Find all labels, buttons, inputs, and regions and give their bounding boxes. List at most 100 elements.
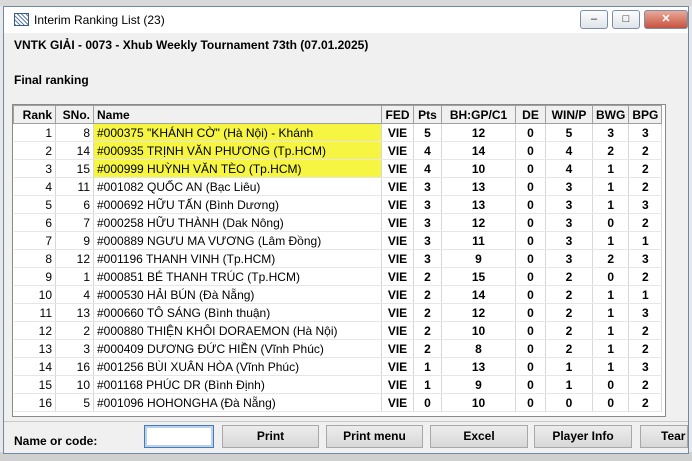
cell-rank: 1 <box>13 123 56 142</box>
cell-win: 3 <box>545 213 593 232</box>
cell-bh: 13 <box>441 195 516 214</box>
cell-pts: 2 <box>413 267 442 286</box>
cell-name: #000530 HẢI BÚN (Đà Nẵng) <box>93 285 382 304</box>
cell-pts: 4 <box>413 141 442 160</box>
cell-de: 0 <box>515 177 546 196</box>
cell-win: 2 <box>545 339 593 358</box>
table-row[interactable]: 13 3 #000409 DƯƠNG ĐỨC HIỀN (Vĩnh Phúc) VIE… <box>13 339 663 358</box>
column-header-win[interactable]: WIN/P <box>545 105 593 124</box>
cell-de: 0 <box>515 159 546 178</box>
table-row[interactable]: 3 15 #000999 HUỲNH VĂN TÈO (Tp.HCM) VIE 4 10 0… <box>13 159 663 178</box>
cell-fed: VIE <box>381 213 414 232</box>
cell-bh: 13 <box>441 357 516 376</box>
cell-sno: 8 <box>55 123 94 142</box>
cell-bpg: 3 <box>628 303 663 322</box>
cell-bpg: 2 <box>628 393 663 412</box>
cell-win: 5 <box>545 123 593 142</box>
column-header-pts[interactable]: Pts <box>413 105 442 124</box>
cell-bwg: 0 <box>592 213 630 232</box>
table-row[interactable]: 4 11 #001082 QUỐC AN (Bạc Liêu) VIE 3 13 0 3 1 2 <box>13 177 663 196</box>
print-button[interactable]: Print <box>222 425 319 448</box>
ranking-table-container[interactable]: Rank SNo. Name FED Pts BH:GP/C1 DE WIN/P… <box>12 104 666 417</box>
table-row[interactable]: 6 7 #000258 HỮU THÀNH (Dak Nông) VIE 3 12 0 3 0 2 <box>13 213 663 232</box>
table-row[interactable]: 2 14 #000935 TRỊNH VĂN PHƯƠNG (Tp.HCM) VIE 4… <box>13 141 663 160</box>
cell-pts: 3 <box>413 195 442 214</box>
cell-bwg: 2 <box>592 249 630 268</box>
table-row[interactable]: 14 16 #001256 BÙI XUÂN HÒA (Vĩnh Phúc) VIE 1… <box>13 357 663 376</box>
column-header-bwg[interactable]: BWG <box>591 105 630 124</box>
table-row[interactable]: 15 10 #001168 PHÚC DR (Bình Định) VIE 1 9 0 1 0 2 <box>13 375 663 394</box>
table-row[interactable]: 12 2 #000880 THIỆN KHÔI DORAEMON (Hà Nội) V… <box>13 321 663 340</box>
table-row[interactable]: 1 8 #000375 "KHÁNH CỜ" (Hà Nội) - Khánh VIE… <box>13 123 663 142</box>
cell-bpg: 2 <box>628 375 663 394</box>
cell-bh: 14 <box>441 141 516 160</box>
cell-rank: 10 <box>13 285 56 304</box>
cell-bh: 14 <box>441 285 516 304</box>
name-or-code-input[interactable] <box>144 425 214 448</box>
cell-de: 0 <box>515 339 546 358</box>
cell-win: 3 <box>545 231 593 250</box>
cell-rank: 8 <box>13 249 56 268</box>
cell-de: 0 <box>515 249 546 268</box>
team-button[interactable]: Tear <box>640 425 688 448</box>
footer-bar: Name or code: Print Print menu Excel Pla… <box>4 421 688 453</box>
cell-name: #000375 "KHÁNH CỜ" (Hà Nội) - Khánh <box>93 123 382 142</box>
cell-rank: 12 <box>13 321 56 340</box>
cell-pts: 1 <box>413 375 442 394</box>
title-bar[interactable]: Interim Ranking List (23) – □ ✕ <box>4 7 688 33</box>
cell-sno: 3 <box>55 339 94 358</box>
cell-bwg: 1 <box>592 321 630 340</box>
column-header-sno[interactable]: SNo. <box>55 105 94 124</box>
print-menu-button[interactable]: Print menu <box>326 425 423 448</box>
cell-name: #000999 HUỲNH VĂN TÈO (Tp.HCM) <box>93 159 382 178</box>
cell-bpg: 3 <box>628 195 663 214</box>
cell-bh: 9 <box>441 249 516 268</box>
table-row[interactable]: 11 13 #000660 TÔ SÁNG (Bình thuận) VIE 2 12 0 2… <box>13 303 663 322</box>
cell-bwg: 1 <box>592 195 630 214</box>
cell-bwg: 1 <box>592 339 630 358</box>
table-row[interactable]: 7 9 #000889 NGƯU MA VƯƠNG (Lâm Đồng) VIE 3 11… <box>13 231 663 250</box>
minimize-button[interactable]: – <box>580 10 608 29</box>
cell-name: #000880 THIỆN KHÔI DORAEMON (Hà Nội) <box>93 321 382 340</box>
excel-button[interactable]: Excel <box>430 425 528 448</box>
close-button[interactable]: ✕ <box>644 10 688 29</box>
column-header-bpg[interactable]: BPG <box>628 105 663 124</box>
maximize-button[interactable]: □ <box>612 10 640 29</box>
player-info-button[interactable]: Player Info <box>534 425 632 448</box>
table-row[interactable]: 10 4 #000530 HẢI BÚN (Đà Nẵng) VIE 2 14 0 2 1 1 <box>13 285 663 304</box>
right-gutter <box>668 104 688 417</box>
cell-sno: 1 <box>55 267 94 286</box>
cell-bwg: 1 <box>592 159 630 178</box>
table-row[interactable]: 16 5 #001096 HOHONGHA (Đà Nẵng) VIE 0 10 0 0 0 2 <box>13 393 663 412</box>
cell-bh: 10 <box>441 321 516 340</box>
cell-sno: 15 <box>55 159 94 178</box>
cell-bh: 8 <box>441 339 516 358</box>
column-header-name[interactable]: Name <box>93 105 382 124</box>
cell-sno: 7 <box>55 213 94 232</box>
cell-bwg: 3 <box>592 123 630 142</box>
table-row[interactable]: 5 6 #000692 HỮU TẤN (Bình Dương) VIE 3 13 0 3 1 3 <box>13 195 663 214</box>
cell-bh: 9 <box>441 375 516 394</box>
column-header-de[interactable]: DE <box>515 105 546 124</box>
cell-fed: VIE <box>381 141 414 160</box>
table-row[interactable]: 8 12 #001196 THANH VINH (Tp.HCM) VIE 3 9 0 3 2 3 <box>13 249 663 268</box>
cell-sno: 2 <box>55 321 94 340</box>
column-header-rank[interactable]: Rank <box>13 105 56 124</box>
cell-de: 0 <box>515 285 546 304</box>
cell-rank: 9 <box>13 267 56 286</box>
column-header-fed[interactable]: FED <box>381 105 414 124</box>
cell-name: #001082 QUỐC AN (Bạc Liêu) <box>93 177 382 196</box>
cell-name: #000935 TRỊNH VĂN PHƯƠNG (Tp.HCM) <box>93 141 382 160</box>
cell-bpg: 1 <box>628 285 663 304</box>
ranking-table: Rank SNo. Name FED Pts BH:GP/C1 DE WIN/P… <box>13 105 663 412</box>
cell-pts: 0 <box>413 393 442 412</box>
cell-bwg: 0 <box>592 393 630 412</box>
column-header-bh[interactable]: BH:GP/C1 <box>441 105 516 124</box>
cell-fed: VIE <box>381 159 414 178</box>
table-row[interactable]: 9 1 #000851 BÉ THANH TRÚC (Tp.HCM) VIE 2 15 0 2… <box>13 267 663 286</box>
cell-bh: 11 <box>441 231 516 250</box>
cell-bh: 10 <box>441 159 516 178</box>
cell-bpg: 3 <box>628 123 663 142</box>
cell-bwg: 2 <box>592 141 630 160</box>
cell-sno: 13 <box>55 303 94 322</box>
